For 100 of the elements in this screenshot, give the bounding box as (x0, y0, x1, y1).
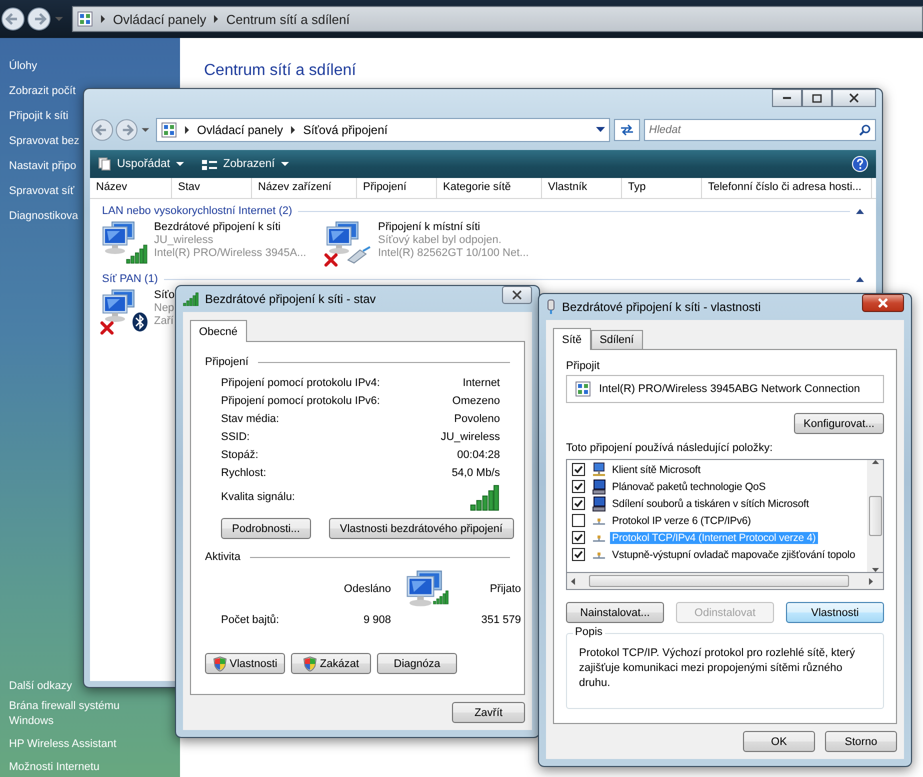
collapse-icon[interactable] (856, 208, 864, 214)
service-computer-icon (591, 496, 607, 512)
connection-name[interactable]: Připojení k místní síti (378, 221, 529, 233)
connection-status: Síťový kabel byl odpojen. (378, 234, 502, 246)
checkbox[interactable] (572, 548, 585, 561)
cancel-button[interactable]: Storno (825, 731, 897, 752)
minimize-button[interactable] (772, 89, 802, 107)
sidebar-task-link[interactable]: Zobrazit počít (9, 79, 76, 104)
column-header[interactable]: Vlastník (542, 178, 622, 198)
field-value: Internet (462, 377, 500, 389)
organize-icon (98, 157, 111, 171)
signal-quality-icon (470, 484, 500, 510)
protocol-icon (592, 516, 606, 524)
tab[interactable]: Obecné (190, 320, 247, 342)
list-item[interactable]: Plánovač paketů technologie QoS (610, 480, 768, 492)
maximize-button[interactable] (802, 89, 832, 107)
checkbox[interactable] (572, 480, 585, 493)
field-label: Toto připojení používá následující položky: (566, 442, 774, 454)
group-header[interactable]: Síť PAN (1) (102, 273, 158, 285)
column-header[interactable]: Stav (172, 178, 252, 198)
checkbox[interactable] (572, 463, 585, 476)
sidebar-task-link[interactable]: Diagnostikova (9, 204, 78, 229)
field-label: Připojení pomocí protokolu IPv4: (221, 377, 380, 389)
list-item[interactable]: Protokol IP verze 6 (TCP/IPv6) (610, 514, 753, 526)
toolbar-menu-button[interactable]: Uspořádat (98, 157, 184, 171)
connection-name[interactable]: Síťo (154, 289, 175, 301)
tab[interactable]: Sdílení (590, 330, 643, 349)
caret-icon (280, 162, 289, 166)
close-button[interactable] (832, 89, 876, 107)
control-panel-icon (77, 11, 93, 27)
help-icon[interactable] (852, 156, 868, 172)
dialog-button[interactable]: Nainstalovat... (566, 602, 664, 623)
close-icon (512, 290, 522, 300)
collapse-icon[interactable] (856, 276, 864, 282)
client-computer-icon (591, 462, 607, 478)
ok-button[interactable]: OK (743, 731, 815, 752)
action-button[interactable]: Zakázat (291, 653, 371, 674)
connection-status: JU_wireless (154, 234, 214, 246)
column-header[interactable]: Typ (622, 178, 702, 198)
action-button[interactable]: Vlastnosti (205, 653, 285, 674)
scroll-right-icon[interactable] (869, 578, 873, 584)
field-label: Rychlost: (221, 467, 266, 479)
group-header[interactable]: LAN nebo vysokorychlostní Internet (2) (102, 205, 292, 217)
list-item[interactable]: Vstupně-výstupní ovladač mapovače zjišťování topolo (610, 548, 858, 560)
field-value: Povoleno (454, 413, 500, 425)
column-header[interactable]: Telefonní číslo či adresa hosti... (702, 178, 872, 198)
section-heading: Připojení (205, 356, 248, 368)
search-field[interactable]: Hledat (644, 119, 876, 141)
field-value: 54,0 Mb/s (452, 467, 500, 479)
column-header[interactable]: Název zařízení (252, 178, 357, 198)
breadcrumb-item[interactable]: Centrum sítí a sdílení (226, 12, 350, 26)
close-icon (877, 298, 889, 308)
connection-name[interactable]: Bezdrátové připojení k síti (154, 221, 306, 233)
address-bar[interactable]: Ovládací panely Centrum sítí a sdílení (72, 6, 923, 32)
field-value: 00:04:28 (457, 449, 500, 461)
horizontal-scrollbar[interactable] (566, 573, 884, 590)
scroll-left-icon[interactable] (571, 578, 575, 584)
list-item[interactable]: Klient sítě Microsoft (610, 464, 702, 476)
column-header[interactable]: Kategorie sítě (437, 178, 542, 198)
protocol-icon (592, 550, 606, 558)
back-forward-buttons[interactable] (0, 6, 66, 32)
sidebar-heading: Úlohy (9, 58, 38, 74)
toolbar-menu-button[interactable]: Zobrazení (202, 158, 289, 170)
dialog-button[interactable]: Vlastnosti (786, 602, 884, 623)
configure-button[interactable]: Konfigurovat... (794, 413, 884, 434)
close-button[interactable] (862, 294, 904, 312)
sidebar-task-link[interactable]: Připojit k síti (9, 104, 68, 129)
vertical-scrollbar[interactable] (867, 460, 883, 572)
bytes-received: 351 579 (480, 614, 521, 626)
service-computer-icon (591, 478, 607, 494)
dropdown-caret-icon[interactable] (596, 127, 605, 133)
address-bar[interactable]: Ovládací panely Síťová připojení (156, 118, 610, 142)
scroll-up-icon[interactable] (872, 460, 878, 464)
sent-label: Odesláno (342, 583, 391, 595)
sidebar-task-link[interactable]: Nastavit připo (9, 154, 76, 179)
sidebar-task-link[interactable]: Spravovat bez (9, 129, 80, 154)
close-dialog-button[interactable]: Zavřít (452, 702, 525, 723)
column-header[interactable]: Název (90, 178, 172, 198)
checkbox[interactable] (572, 497, 585, 510)
sidebar-task-link[interactable]: Spravovat síť (9, 179, 74, 204)
breadcrumb-item[interactable]: Síťová připojení (303, 123, 388, 137)
breadcrumb-item[interactable]: Ovládací panely (197, 123, 284, 137)
refresh-button[interactable] (614, 119, 640, 141)
tab[interactable]: Sítě (553, 328, 591, 350)
list-item[interactable]: Sdílení souborů a tiskáren v sítích Microsoft (610, 498, 811, 510)
action-button[interactable]: Diagnóza (377, 653, 457, 674)
field-label: Stopáž: (221, 449, 258, 461)
breadcrumb-item[interactable]: Ovládací panely (113, 12, 206, 26)
close-button[interactable] (502, 286, 532, 304)
refresh-icon (620, 124, 634, 136)
column-header[interactable]: Připojení (357, 178, 437, 198)
dialog-button[interactable]: Vlastnosti bezdrátového připojení (328, 518, 514, 539)
device-name: Intel(R) PRO/Wireless 3945A... (154, 247, 306, 259)
field-label: Počet bajtů: (221, 614, 280, 626)
checkbox[interactable] (572, 514, 585, 527)
dialog-button[interactable]: Podrobnosti... (221, 518, 311, 539)
signal-bars-icon (433, 590, 449, 605)
bytes-sent: 9 908 (362, 614, 391, 626)
minimize-icon (783, 97, 791, 99)
checkbox[interactable] (572, 531, 585, 544)
